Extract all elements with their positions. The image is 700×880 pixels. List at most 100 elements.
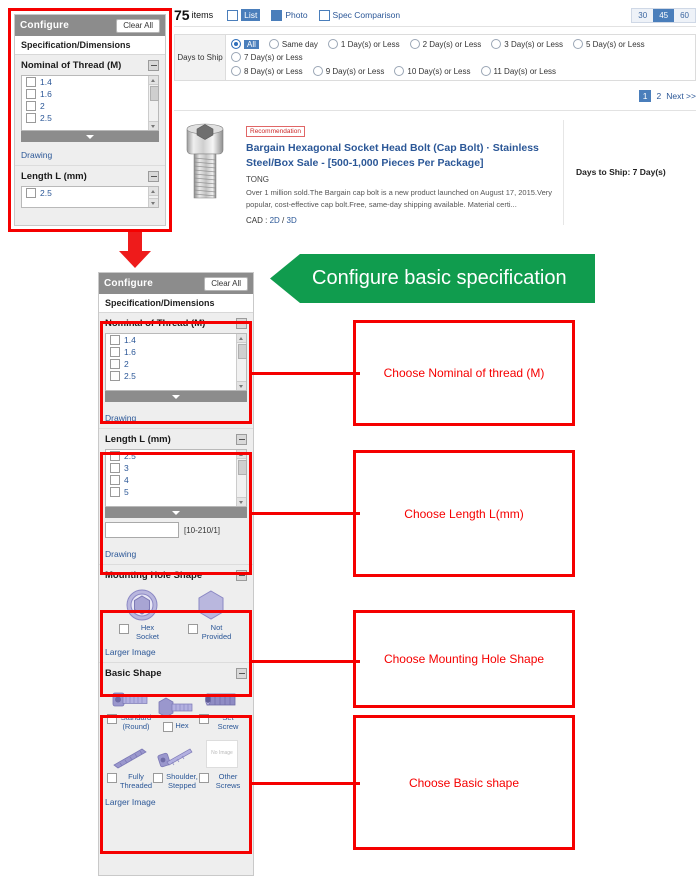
- ship-option-label: 1 Day(s) or Less: [340, 39, 400, 49]
- product-brand: TONG: [246, 175, 269, 185]
- view-mode-group: List Photo Spec Comparison: [227, 9, 400, 21]
- ship-options-row-2: 8 Day(s) or Less 9 Day(s) or Less 10 Day…: [231, 66, 690, 76]
- cap-bolt-icon: [186, 123, 224, 199]
- ship-option-3-day[interactable]: 3 Day(s) or Less: [491, 39, 563, 49]
- view-mode-spec-comparison[interactable]: Spec Comparison: [318, 9, 401, 21]
- view-mode-list[interactable]: List: [227, 9, 261, 21]
- ship-option-label: 9 Day(s) or Less: [325, 66, 385, 76]
- radio-icon[interactable]: [231, 52, 241, 62]
- ship-option-11-day[interactable]: 11 Day(s) or Less: [480, 66, 557, 76]
- cad-3d-link[interactable]: 3D: [287, 216, 297, 225]
- ship-option-label: 5 Day(s) or Less: [585, 39, 645, 49]
- radio-icon[interactable]: [231, 66, 241, 76]
- radio-icon[interactable]: [327, 39, 338, 49]
- ship-options-row-1: All Same day 1 Day(s) or Less 2 Day(s) o…: [231, 39, 690, 62]
- next-page-button[interactable]: Next >>: [666, 91, 696, 101]
- callout-label: Choose Nominal of thread (M): [383, 366, 545, 380]
- basic-shape-connector-line: [252, 782, 360, 785]
- ship-option-8-day[interactable]: 8 Day(s) or Less: [231, 66, 303, 76]
- radio-icon[interactable]: [312, 66, 323, 76]
- callout-label: Choose Basic shape: [408, 775, 520, 790]
- mounting-connector-line: [252, 660, 360, 663]
- ship-option-1-day[interactable]: 1 Day(s) or Less: [327, 39, 400, 49]
- callout-mounting: Choose Mounting Hole Shape: [353, 610, 575, 708]
- ship-option-7-day[interactable]: 7 Day(s) or Less: [231, 52, 303, 62]
- pagination: 1 2 Next >>: [174, 90, 696, 102]
- callout-nominal: Choose Nominal of thread (M): [353, 320, 575, 426]
- banner-label: Configure basic specification: [312, 267, 567, 289]
- mounting-highlight-box: [100, 610, 252, 697]
- radio-icon[interactable]: [491, 39, 502, 49]
- product-thumbnail[interactable]: [174, 120, 236, 225]
- radio-icon[interactable]: [572, 39, 583, 49]
- product-days-to-ship: Days to Ship: 7 Day(s): [563, 120, 696, 225]
- radio-icon[interactable]: [268, 39, 279, 49]
- ship-option-label: 2 Day(s) or Less: [422, 39, 482, 49]
- view-mode-label: Spec Comparison: [332, 10, 401, 20]
- cad-label: CAD :: [246, 215, 268, 225]
- per-page-30[interactable]: 30: [632, 8, 654, 22]
- days-to-ship-options: All Same day 1 Day(s) or Less 2 Day(s) o…: [226, 35, 695, 80]
- cad-2d-link[interactable]: 2D: [270, 216, 280, 225]
- per-page-switcher: 30 45 60: [631, 7, 696, 23]
- length-connector-line: [252, 512, 360, 515]
- configure-title: Configure: [104, 278, 154, 289]
- radio-icon[interactable]: [231, 39, 241, 49]
- product-cad-row: CAD : 2D / 3D: [246, 216, 553, 225]
- product-description: Over 1 million sold.The Bargain cap bolt…: [246, 188, 553, 209]
- nominal-highlight-box: [100, 321, 252, 424]
- page-1-button[interactable]: 1: [638, 90, 652, 102]
- spec-dimensions-subheader: Specification/Dimensions: [99, 294, 253, 313]
- configure-header: Configure Clear All: [99, 273, 253, 294]
- view-mode-label: Photo: [285, 10, 308, 20]
- down-arrow-icon: [119, 232, 151, 268]
- length-section-title: Length L (mm): [105, 434, 171, 445]
- ship-option-same-day[interactable]: Same day: [268, 39, 318, 49]
- ship-option-label: 8 Day(s) or Less: [244, 66, 303, 76]
- ship-option-label: 3 Day(s) or Less: [504, 39, 563, 49]
- ship-option-label: 7 Day(s) or Less: [244, 52, 303, 62]
- radio-icon[interactable]: [480, 66, 491, 76]
- per-page-45[interactable]: 45: [653, 8, 675, 22]
- product-row: Recommendation Bargain Hexagonal Socket …: [174, 110, 696, 225]
- callout-label: Choose Length L(mm): [404, 506, 524, 521]
- basic-shape-highlight-box: [100, 715, 252, 854]
- recommendation-badge: Recommendation: [246, 126, 305, 137]
- page-2-button[interactable]: 2: [656, 91, 661, 101]
- callout-label: Choose Mounting Hole Shape: [383, 652, 545, 666]
- item-count-word: items: [191, 10, 214, 20]
- ship-option-5-day[interactable]: 5 Day(s) or Less: [572, 39, 645, 49]
- ship-option-all[interactable]: All: [231, 39, 259, 49]
- ship-option-label: 10 Day(s) or Less: [407, 66, 471, 76]
- radio-icon[interactable]: [409, 39, 420, 49]
- nominal-connector-line: [252, 372, 360, 375]
- top-panel-highlight-box: [8, 8, 172, 232]
- length-section-header: Length L (mm): [105, 434, 247, 445]
- callout-length: Choose Length L(mm): [353, 450, 575, 577]
- columns-icon: [318, 9, 330, 21]
- configure-basic-specification-banner: Configure basic specification: [270, 254, 595, 303]
- grid-icon: [271, 9, 283, 21]
- ship-option-2-day[interactable]: 2 Day(s) or Less: [409, 39, 482, 49]
- ship-option-10-day[interactable]: 10 Day(s) or Less: [394, 66, 471, 76]
- view-mode-label: List: [241, 9, 261, 21]
- radio-icon[interactable]: [394, 66, 405, 76]
- cad-separator: /: [282, 215, 285, 225]
- product-details: Recommendation Bargain Hexagonal Socket …: [246, 120, 553, 225]
- days-to-ship-label: Days to Ship: [175, 35, 226, 80]
- length-highlight-box: [100, 452, 252, 575]
- view-mode-photo[interactable]: Photo: [271, 9, 308, 21]
- collapse-minus-icon[interactable]: [236, 434, 247, 445]
- product-title-link[interactable]: Bargain Hexagonal Socket Head Bolt (Cap …: [246, 141, 553, 171]
- ship-option-9-day[interactable]: 9 Day(s) or Less: [312, 66, 385, 76]
- ship-option-label: Same day: [281, 39, 318, 49]
- clear-all-button[interactable]: Clear All: [204, 276, 248, 291]
- results-toolbar: 75 items List Photo Spec Comparison 30 4…: [174, 4, 696, 27]
- item-count: 75: [174, 7, 190, 23]
- callout-basic-shape: Choose Basic shape: [353, 715, 575, 850]
- ship-option-label: 11 Day(s) or Less: [493, 66, 557, 76]
- ship-option-label: All: [244, 39, 259, 49]
- search-results-pane: 75 items List Photo Spec Comparison 30 4…: [174, 4, 696, 230]
- per-page-60[interactable]: 60: [674, 8, 695, 22]
- days-to-ship-filter: Days to Ship All Same day 1 Day(s) or Le…: [174, 34, 696, 81]
